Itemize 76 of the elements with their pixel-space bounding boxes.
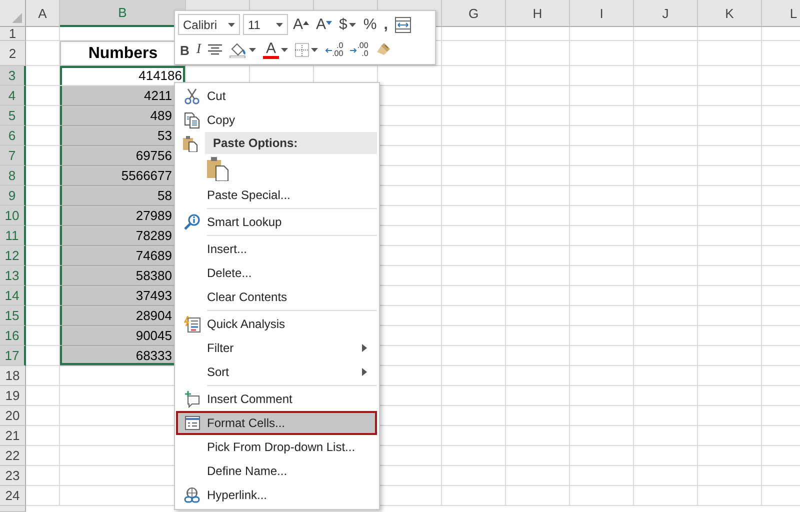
select-all-icon: [12, 13, 22, 23]
row-header[interactable]: 20: [0, 406, 26, 426]
caret-icon: [349, 22, 356, 27]
row-header[interactable]: 10: [0, 206, 26, 226]
column-header[interactable]: I: [570, 0, 634, 27]
row-header[interactable]: 24: [0, 486, 26, 506]
decrease-decimal-button[interactable]: .00 .0: [348, 40, 370, 60]
caret-icon: [228, 22, 235, 27]
row-header[interactable]: 6: [0, 126, 26, 146]
column-header[interactable]: J: [634, 0, 698, 27]
arrow-left-icon: [325, 48, 332, 53]
wrap-text-icon: [394, 16, 411, 33]
font-size-field[interactable]: 11: [243, 14, 288, 36]
row-header[interactable]: 18: [0, 366, 26, 386]
paint-bucket-icon: [229, 42, 248, 58]
row-header[interactable]: 19: [0, 386, 26, 406]
bold-button[interactable]: B: [178, 40, 192, 60]
row-header[interactable]: 14: [0, 286, 26, 306]
font-color-button[interactable]: A: [261, 40, 290, 60]
menu-item[interactable]: Insert Comment: [176, 387, 377, 411]
table-cell: 414186: [60, 66, 186, 86]
row-header[interactable]: 4: [0, 86, 26, 106]
menu-item[interactable]: Pick From Drop-down List...: [176, 435, 377, 459]
column-header[interactable]: L: [762, 0, 800, 27]
row-header[interactable]: 3: [0, 66, 26, 86]
row-header[interactable]: 12: [0, 246, 26, 266]
info-magnifier-icon: [184, 214, 201, 230]
increase-decimal-button[interactable]: .0 .00: [323, 40, 346, 60]
column-header[interactable]: H: [506, 0, 570, 27]
column-header[interactable]: G: [442, 0, 506, 27]
row-header[interactable]: 9: [0, 186, 26, 206]
copy-icon: [184, 112, 201, 128]
row-header[interactable]: 7: [0, 146, 26, 166]
caret-icon: [249, 48, 256, 52]
row-header[interactable]: 5: [0, 106, 26, 126]
globe-link-icon: [184, 486, 201, 504]
comma-button[interactable]: ,: [382, 14, 390, 35]
scissors-icon: [184, 88, 201, 104]
menu-item[interactable]: Format Cells...: [176, 411, 377, 435]
color-bar: [263, 56, 280, 59]
borders-icon: [295, 43, 310, 58]
row-header[interactable]: 11: [0, 226, 26, 246]
shrink-font-button[interactable]: A: [314, 14, 334, 35]
comment-icon: [184, 390, 201, 408]
row-header[interactable]: 16: [0, 326, 26, 346]
menu-item[interactable]: Define Name...: [176, 459, 377, 483]
grow-font-button[interactable]: A: [291, 14, 312, 35]
caret-icon: [311, 48, 318, 52]
row-header[interactable]: 15: [0, 306, 26, 326]
quick-analysis-icon: [184, 316, 201, 332]
caret-icon: [276, 22, 283, 27]
menu-item[interactable]: Hyperlink...: [176, 483, 377, 507]
row-header[interactable]: 21: [0, 426, 26, 446]
paste-icon[interactable]: [207, 156, 229, 180]
row-header[interactable]: 2: [0, 41, 26, 66]
menu-section-header: Paste Options:: [205, 132, 377, 154]
row-header[interactable]: 22: [0, 446, 26, 466]
row-header[interactable]: 17: [0, 346, 26, 366]
italic-button[interactable]: I: [194, 40, 204, 60]
row-header[interactable]: 1: [0, 27, 26, 41]
column-header[interactable]: K: [698, 0, 762, 27]
submenu-arrow-icon: [362, 344, 367, 352]
clipboard-icon: [182, 134, 199, 152]
arrow-right-icon: [350, 48, 358, 53]
row-header[interactable]: 13: [0, 266, 26, 286]
row-header[interactable]: 8: [0, 166, 26, 186]
row-header[interactable]: 23: [0, 466, 26, 486]
align-center-icon: [208, 44, 222, 56]
percent-button[interactable]: %: [361, 14, 379, 35]
format-cells-icon: [184, 414, 201, 432]
font-field[interactable]: Calibri: [178, 14, 240, 36]
submenu-arrow-icon: [362, 368, 367, 376]
caret-icon: [281, 48, 288, 52]
wrap-text-button[interactable]: [392, 14, 413, 35]
currency-button[interactable]: $: [337, 14, 358, 35]
column-header[interactable]: A: [26, 0, 60, 27]
